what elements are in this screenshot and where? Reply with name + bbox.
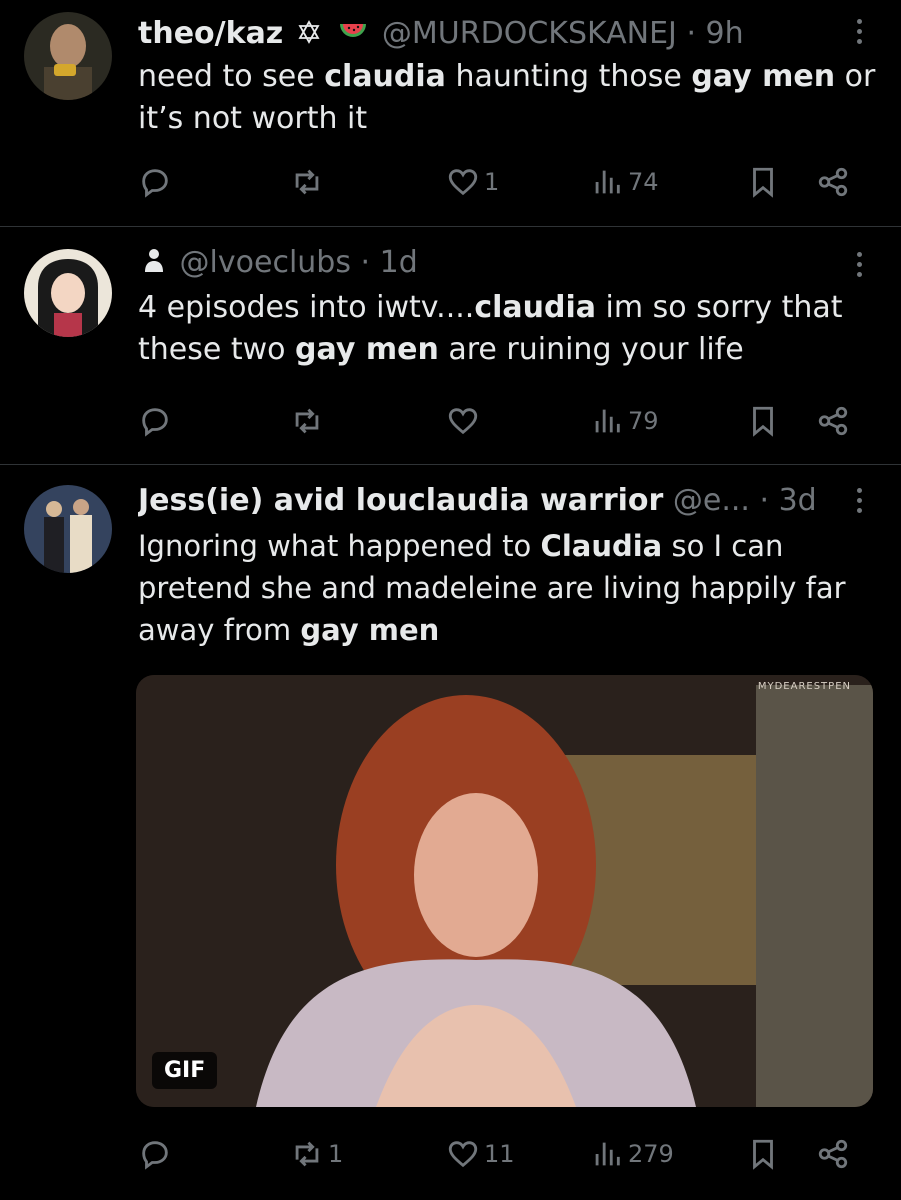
- handle[interactable]: @MURDOCKSKANEJ: [382, 16, 677, 51]
- gif-badge[interactable]: GIF: [152, 1052, 218, 1089]
- text-segment: Ignoring what happened to: [138, 529, 541, 563]
- repost-count: 1: [328, 1140, 344, 1168]
- more-icon[interactable]: [851, 14, 867, 54]
- bookmark-button[interactable]: [746, 399, 780, 443]
- avatar[interactable]: [24, 249, 112, 337]
- bookmark-button[interactable]: [746, 1132, 780, 1176]
- reply-icon: [142, 169, 168, 198]
- tweet-text: need to see claudia haunting those gay m…: [138, 56, 877, 140]
- timestamp[interactable]: 3d: [779, 483, 817, 518]
- like-count: 1: [484, 168, 500, 196]
- reply-button[interactable]: [138, 160, 176, 204]
- bookmark-icon: [753, 167, 773, 198]
- text-highlight: claudia: [324, 59, 446, 94]
- like-button[interactable]: [446, 399, 484, 443]
- text-highlight: Claudia: [540, 529, 663, 563]
- timestamp[interactable]: 1d: [380, 245, 418, 280]
- text-highlight: gay men: [300, 613, 440, 647]
- watermelon-icon: [338, 15, 368, 55]
- tweet-header: theo/kaz @MURDOCKSKANEJ · 9h: [138, 14, 841, 55]
- text-highlight: gay men: [295, 332, 439, 367]
- share-icon: [818, 1139, 848, 1169]
- reply-icon: [142, 408, 168, 437]
- text-highlight: gay men: [691, 59, 836, 94]
- gif-media[interactable]: MYDEARESTPEN GIF: [136, 675, 873, 1107]
- view-count: 74: [628, 168, 659, 196]
- display-name[interactable]: theo/kaz: [138, 16, 283, 51]
- text-segment: 4 episodes into iwtv....: [138, 290, 475, 325]
- bookmark-button[interactable]: [746, 160, 780, 204]
- more-icon[interactable]: [851, 247, 867, 287]
- repost-button[interactable]: [290, 399, 328, 443]
- gif-frame: [136, 675, 873, 1107]
- like-icon: [448, 1141, 478, 1168]
- text-segment: are ruining your life: [438, 332, 744, 367]
- text-segment: haunting those: [445, 59, 692, 94]
- tweet[interactable]: @lvoeclubs · 1d 4 episodes into iwtv....…: [0, 227, 901, 465]
- tweet-actions: 1 11 279: [0, 1132, 901, 1176]
- tweet-actions: 1 74: [0, 160, 901, 204]
- views-button[interactable]: 279: [590, 1132, 674, 1176]
- views-button[interactable]: 79: [590, 399, 659, 443]
- like-icon: [448, 169, 478, 196]
- views-button[interactable]: 74: [590, 160, 659, 204]
- handle[interactable]: @e...: [673, 483, 750, 518]
- repost-button[interactable]: 1: [290, 1132, 343, 1176]
- share-button[interactable]: [816, 1132, 850, 1176]
- repost-button[interactable]: [290, 160, 328, 204]
- tweet-header: Jess(ie) avid louclaudia warrior @e... ·…: [138, 481, 841, 521]
- views-icon: [595, 170, 620, 194]
- separator: ·: [686, 16, 696, 51]
- timestamp[interactable]: 9h: [706, 16, 744, 51]
- like-button[interactable]: 11: [446, 1132, 515, 1176]
- tweet-actions: 79: [0, 399, 901, 443]
- view-count: 79: [628, 407, 659, 435]
- like-count: 11: [484, 1140, 515, 1168]
- star-of-david-icon: [297, 15, 321, 55]
- bookmark-icon: [753, 406, 773, 437]
- handle[interactable]: @lvoeclubs: [180, 245, 351, 280]
- views-icon: [595, 409, 620, 433]
- avatar[interactable]: [24, 12, 112, 100]
- repost-icon: [295, 169, 319, 195]
- text-segment: need to see: [138, 59, 325, 94]
- views-icon: [595, 1142, 620, 1166]
- like-icon: [448, 408, 478, 435]
- separator: ·: [360, 245, 371, 280]
- watermark: MYDEARESTPEN: [757, 681, 851, 692]
- bookmark-icon: [753, 1139, 773, 1170]
- share-icon: [818, 167, 848, 197]
- reply-button[interactable]: [138, 399, 176, 443]
- share-button[interactable]: [816, 160, 850, 204]
- person-icon: [142, 244, 166, 284]
- separator: ·: [759, 483, 770, 518]
- tweet-text: Ignoring what happened to Claudia so I c…: [138, 525, 877, 651]
- tweet-text: 4 episodes into iwtv....claudia im so so…: [138, 287, 877, 371]
- share-button[interactable]: [816, 399, 850, 443]
- repost-icon: [295, 408, 319, 434]
- reply-button[interactable]: [138, 1132, 176, 1176]
- repost-icon: [295, 1141, 319, 1167]
- avatar[interactable]: [24, 485, 112, 573]
- reply-icon: [142, 1141, 168, 1170]
- share-icon: [818, 406, 848, 436]
- display-name[interactable]: Jess(ie) avid louclaudia warrior: [138, 483, 663, 518]
- tweet[interactable]: theo/kaz @MURDOCKSKANEJ · 9h need to see…: [0, 0, 901, 227]
- tweet-header: @lvoeclubs · 1d: [138, 243, 841, 284]
- timeline: theo/kaz @MURDOCKSKANEJ · 9h need to see…: [0, 0, 901, 1200]
- more-icon[interactable]: [851, 483, 867, 523]
- text-highlight: claudia: [474, 290, 596, 325]
- view-count: 279: [628, 1140, 674, 1168]
- like-button[interactable]: 1: [446, 160, 499, 204]
